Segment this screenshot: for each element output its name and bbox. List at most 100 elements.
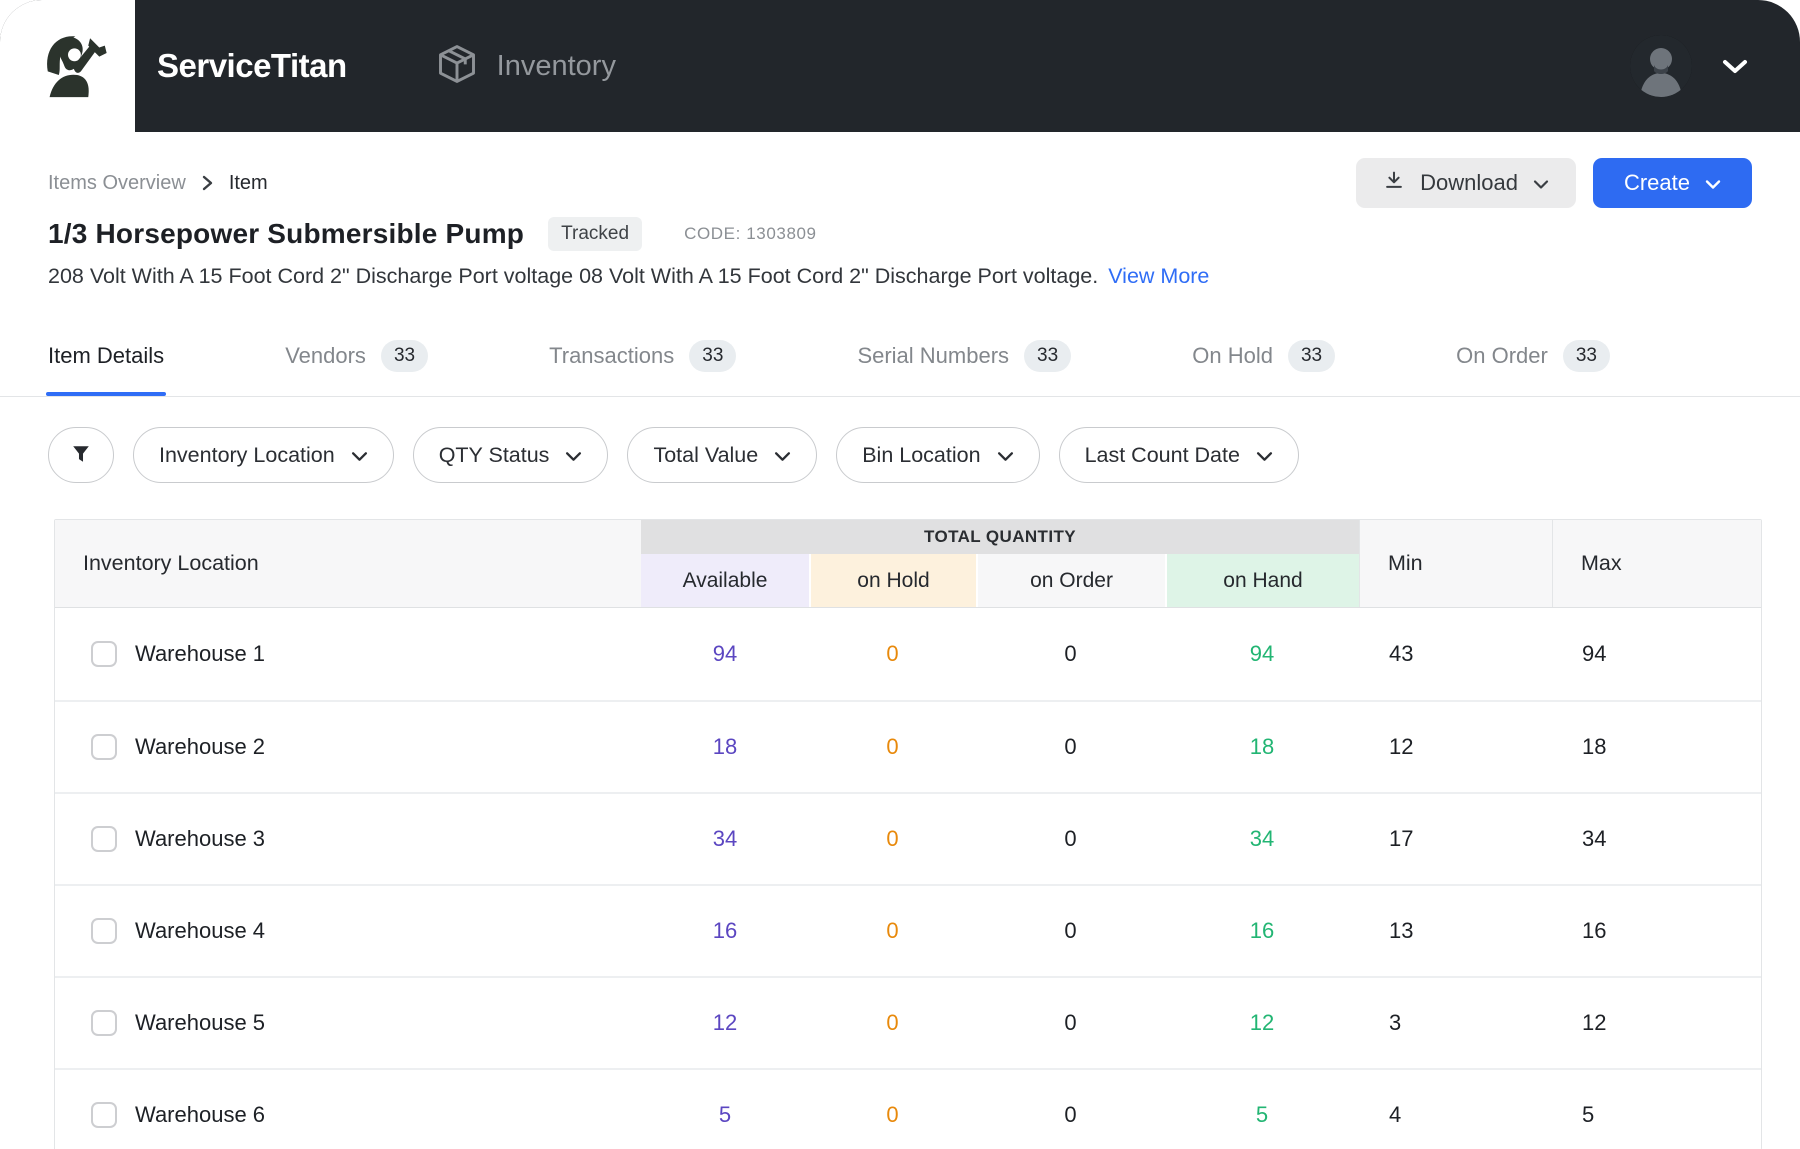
- location-label: Warehouse 5: [135, 1010, 266, 1035]
- filter-qty-status[interactable]: QTY Status: [412, 427, 609, 483]
- on-order-value: 0: [1064, 826, 1077, 851]
- available-value: 94: [712, 641, 738, 666]
- min-value: 4: [1389, 1102, 1402, 1127]
- tab-label: Vendors: [285, 343, 366, 368]
- location-label: Warehouse 3: [135, 826, 266, 851]
- tab-label: On Hold: [1192, 343, 1273, 368]
- chevron-down-icon: [1533, 170, 1549, 196]
- on-hold-value: 0: [886, 826, 899, 851]
- column-header-on-hold: on Hold: [809, 554, 976, 607]
- download-label: Download: [1420, 170, 1518, 195]
- on-order-value: 0: [1064, 1102, 1077, 1127]
- brand-logo[interactable]: [0, 0, 135, 132]
- user-avatar[interactable]: [1630, 35, 1692, 97]
- tab-on-hold[interactable]: On Hold 33: [1192, 340, 1336, 396]
- available-value: 18: [712, 734, 738, 759]
- tab-bar: Item Details Vendors 33 Transactions 33 …: [0, 340, 1800, 397]
- download-button[interactable]: Download: [1356, 158, 1576, 208]
- min-value: 12: [1389, 734, 1414, 759]
- max-value: 34: [1582, 826, 1607, 851]
- filter-inventory-location[interactable]: Inventory Location: [133, 427, 394, 483]
- column-group-total-quantity: TOTAL QUANTITY: [641, 520, 1359, 554]
- on-hold-value: 0: [886, 1010, 899, 1035]
- table-row[interactable]: Warehouse 1 94 0 0 94 43 94: [55, 608, 1761, 700]
- on-hand-value: 12: [1249, 1010, 1275, 1035]
- available-value: 16: [712, 918, 738, 943]
- min-value: 3: [1389, 1010, 1402, 1035]
- on-hand-value: 94: [1249, 641, 1275, 666]
- tab-label: Item Details: [48, 343, 165, 368]
- table-header: Inventory Location TOTAL QUANTITY Availa…: [55, 520, 1761, 608]
- min-value: 13: [1389, 918, 1414, 943]
- on-hand-value: 34: [1249, 826, 1275, 851]
- titan-mascot-icon: [22, 18, 114, 115]
- view-more-link[interactable]: View More: [1108, 264, 1209, 289]
- table-row[interactable]: Warehouse 3 34 0 0 34 17 34: [55, 792, 1761, 884]
- on-order-value: 0: [1064, 918, 1077, 943]
- location-label: Warehouse 4: [135, 918, 266, 943]
- tab-serial-numbers[interactable]: Serial Numbers 33: [857, 340, 1072, 396]
- table-row[interactable]: Warehouse 4 16 0 0 16 13 16: [55, 884, 1761, 976]
- column-header-on-hand: on Hand: [1165, 554, 1359, 607]
- tab-label: Transactions: [549, 343, 675, 368]
- on-order-value: 0: [1064, 734, 1077, 759]
- breadcrumb-items-overview[interactable]: Items Overview: [48, 172, 186, 195]
- chip-label: QTY Status: [438, 442, 550, 467]
- item-code: CODE: 1303809: [684, 224, 817, 243]
- module-label: Inventory: [496, 49, 616, 82]
- tracked-badge: Tracked: [548, 217, 643, 251]
- column-header-inventory-location: Inventory Location: [55, 520, 641, 607]
- chevron-right-icon: [202, 175, 213, 191]
- max-value: 5: [1582, 1102, 1595, 1127]
- chip-label: Total Value: [653, 442, 759, 467]
- tab-count-badge: 33: [1024, 340, 1072, 372]
- create-label: Create: [1623, 170, 1690, 195]
- available-value: 12: [712, 1010, 738, 1035]
- filter-total-value[interactable]: Total Value: [627, 427, 818, 483]
- account-menu-chevron-icon[interactable]: [1722, 59, 1748, 74]
- on-hand-value: 5: [1255, 1102, 1269, 1127]
- row-checkbox[interactable]: [91, 734, 117, 760]
- min-value: 43: [1389, 641, 1414, 666]
- table-row[interactable]: Warehouse 2 18 0 0 18 12 18: [55, 700, 1761, 792]
- filter-funnel-icon: [70, 443, 92, 468]
- tab-vendors[interactable]: Vendors 33: [285, 340, 429, 396]
- table-row[interactable]: Warehouse 6 5 0 0 5 4 5: [55, 1068, 1761, 1149]
- filter-bin-location[interactable]: Bin Location: [836, 427, 1040, 483]
- row-checkbox[interactable]: [91, 918, 117, 944]
- on-hold-value: 0: [886, 1102, 899, 1127]
- on-hold-value: 0: [886, 641, 899, 666]
- tab-count-badge: 33: [1287, 340, 1336, 372]
- app-header: ServiceTitan Inventory: [0, 0, 1800, 132]
- row-checkbox[interactable]: [91, 1010, 117, 1036]
- create-button[interactable]: Create: [1592, 158, 1752, 208]
- app-window: ServiceTitan Inventory Items Overview It…: [0, 0, 1800, 1149]
- table-row[interactable]: Warehouse 5 12 0 0 12 3 12: [55, 976, 1761, 1068]
- tab-transactions[interactable]: Transactions 33: [549, 340, 737, 396]
- filter-button[interactable]: [48, 427, 114, 483]
- available-value: 5: [718, 1102, 732, 1127]
- on-order-value: 0: [1064, 1010, 1077, 1035]
- tab-count-badge: 33: [689, 340, 737, 372]
- module-nav[interactable]: Inventory: [435, 42, 616, 91]
- tab-count-badge: 33: [1562, 340, 1610, 372]
- chevron-down-icon: [1256, 443, 1273, 468]
- tab-item-details[interactable]: Item Details: [45, 340, 167, 396]
- max-value: 16: [1582, 918, 1607, 943]
- row-checkbox[interactable]: [91, 641, 117, 667]
- row-checkbox[interactable]: [91, 1102, 117, 1128]
- tab-count-badge: 33: [380, 340, 429, 372]
- filter-last-count-date[interactable]: Last Count Date: [1058, 427, 1299, 483]
- on-hand-value: 18: [1249, 734, 1275, 759]
- tab-on-order[interactable]: On Order 33: [1456, 340, 1610, 396]
- on-hold-value: 0: [886, 918, 899, 943]
- on-hand-value: 16: [1249, 918, 1275, 943]
- min-value: 17: [1389, 826, 1414, 851]
- max-value: 94: [1582, 641, 1607, 666]
- chip-label: Last Count Date: [1084, 442, 1240, 467]
- column-header-on-order: on Order: [976, 554, 1165, 607]
- max-value: 12: [1582, 1010, 1607, 1035]
- max-value: 18: [1582, 734, 1607, 759]
- row-checkbox[interactable]: [91, 826, 117, 852]
- location-label: Warehouse 6: [135, 1102, 266, 1127]
